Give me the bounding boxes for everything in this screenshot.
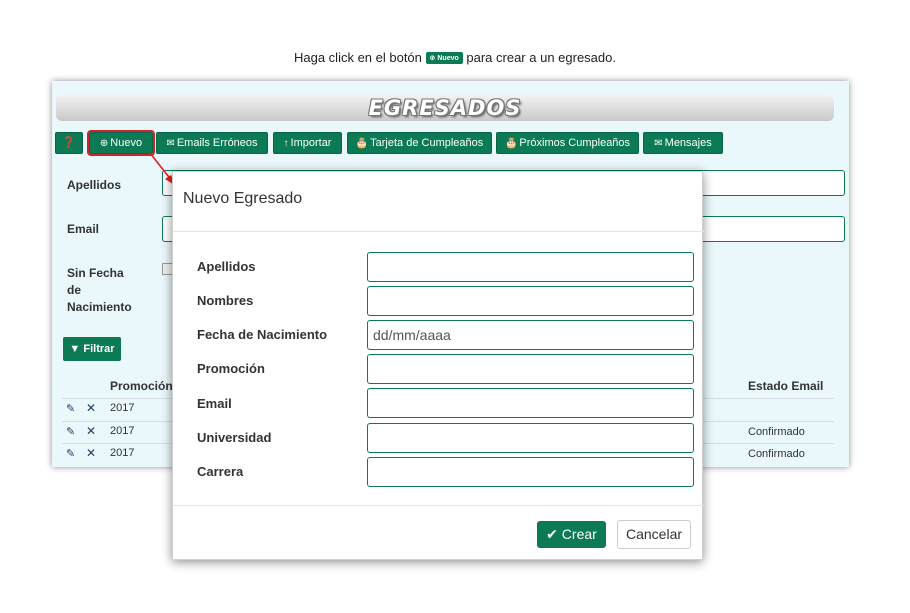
crear-button[interactable]: ✔ Crear	[537, 521, 606, 548]
fecha-nacimiento-input[interactable]: dd/mm/aaaa	[367, 320, 694, 350]
universidad-input[interactable]	[367, 423, 694, 453]
apellidos-label: Apellidos	[197, 259, 256, 274]
fecha-nacimiento-label: Fecha de Nacimiento	[197, 327, 328, 342]
check-icon: ✔	[546, 526, 558, 542]
nombres-input[interactable]	[367, 286, 694, 316]
modal-footer-divider	[173, 505, 704, 506]
promocion-input[interactable]	[367, 354, 694, 384]
nuevo-egresado-modal: Nuevo Egresado Apellidos Nombres Fecha d…	[172, 171, 704, 560]
promocion-label: Promoción	[197, 361, 265, 376]
carrera-label: Carrera	[197, 464, 244, 479]
email-label: Email	[197, 396, 232, 411]
email-input[interactable]	[367, 388, 694, 418]
apellidos-input[interactable]	[367, 252, 694, 282]
modal-title: Nuevo Egresado	[183, 190, 303, 207]
carrera-input[interactable]	[367, 457, 694, 487]
modal-header-divider	[173, 231, 704, 232]
universidad-label: Universidad	[197, 430, 272, 445]
cancelar-button[interactable]: Cancelar	[617, 520, 691, 549]
nombres-label: Nombres	[197, 293, 254, 308]
